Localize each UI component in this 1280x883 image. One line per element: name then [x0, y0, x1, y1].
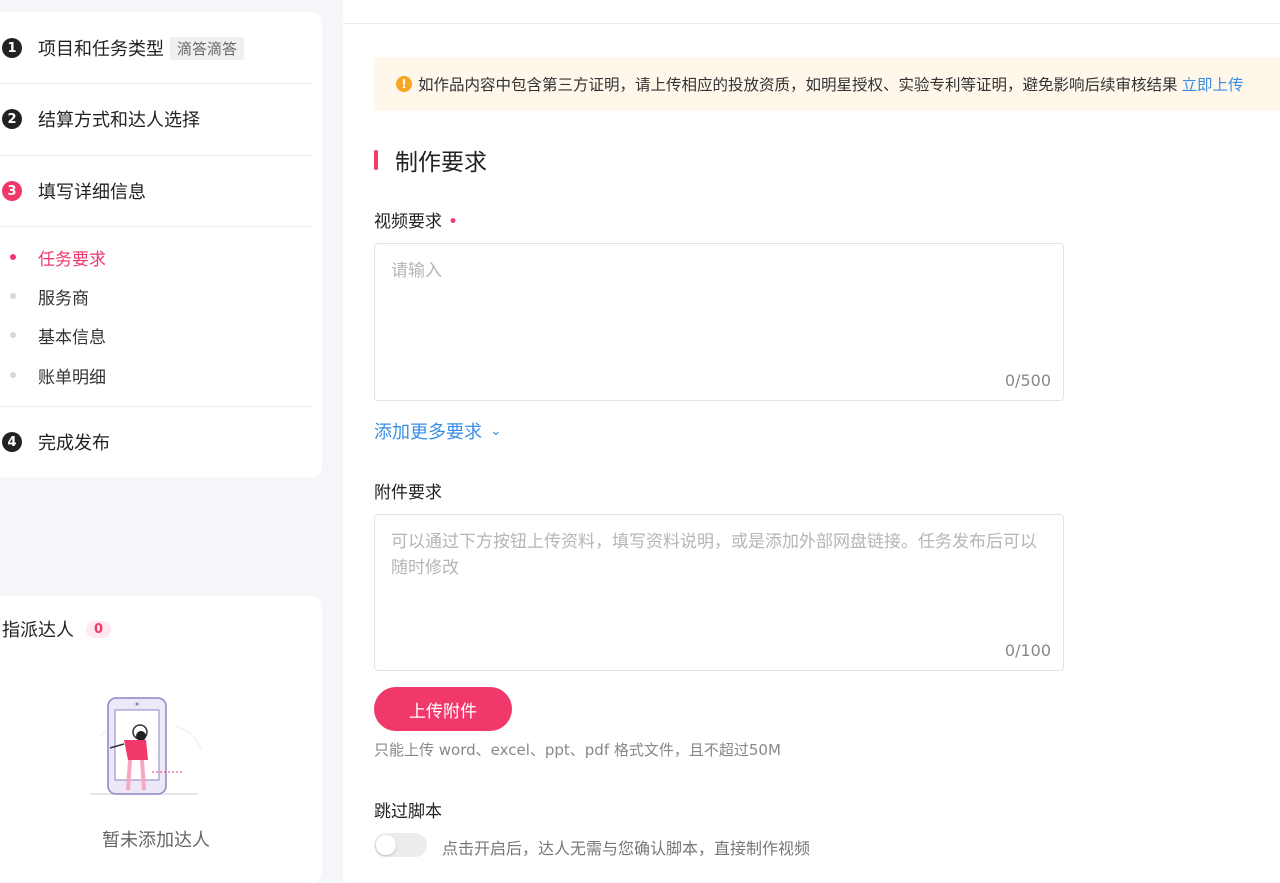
sub-item-basic-info[interactable]: 基本信息 — [0, 322, 106, 348]
step-number-3: 3 — [2, 181, 22, 201]
count-badge: 0 — [86, 620, 112, 638]
step-label: 填写详细信息 — [38, 182, 146, 203]
attachment-requirement-counter: 0/100 — [1004, 641, 1051, 660]
sub-item-label: 基本信息 — [38, 327, 106, 348]
divider — [0, 226, 312, 227]
assign-title-text: 指派达人 — [2, 620, 74, 641]
bullet-dot — [10, 372, 16, 378]
empty-text: 暂未添加达人 — [102, 830, 210, 851]
bullet-dot — [10, 254, 16, 260]
sub-item-bill-details[interactable]: 账单明细 — [0, 362, 106, 388]
sub-item-label: 服务商 — [38, 288, 89, 309]
step-settlement[interactable]: 2 结算方式和达人选择 — [0, 84, 312, 154]
video-requirement-label-text: 视频要求 — [374, 212, 442, 232]
upload-hint: 只能上传 word、excel、ppt、pdf 格式文件，且不超过50M — [374, 741, 781, 759]
chevron-down-icon: ⌄ — [490, 423, 502, 439]
step-number-2: 2 — [2, 109, 22, 129]
add-more-requirements-text: 添加更多要求 — [374, 422, 482, 443]
upload-now-link[interactable]: 立即上传 — [1182, 73, 1244, 95]
top-divider — [343, 23, 1280, 24]
notice-text: 如作品内容中包含第三方证明，请上传相应的投放资质，如明星授权、实验专利等证明，避… — [418, 76, 1178, 94]
attachment-requirement-placeholder: 可以通过下方按钮上传资料，填写资料说明，或是添加外部网盘链接。任务发布后可以随时… — [391, 532, 1037, 578]
step-publish[interactable]: 4 完成发布 — [0, 407, 312, 477]
sub-item-service-provider[interactable]: 服务商 — [0, 283, 89, 309]
toggle-knob — [376, 835, 396, 855]
video-requirement-label: 视频要求 • — [374, 207, 458, 232]
required-mark: • — [448, 212, 459, 232]
step-label: 结算方式和达人选择 — [38, 110, 200, 131]
section-title-text: 制作要求 — [395, 150, 487, 176]
assign-talent-card: 指派达人 0 暂未添加达人 — [0, 596, 322, 883]
step-details[interactable]: 3 填写详细信息 — [0, 156, 312, 226]
section-title: 制作要求 — [374, 143, 487, 177]
sub-item-label: 任务要求 — [38, 249, 106, 270]
step-label: 项目和任务类型 — [38, 39, 164, 60]
step-number-4: 4 — [2, 432, 22, 452]
section-accent-bar — [374, 150, 378, 170]
skip-script-description: 点击开启后，达人无需与您确认脚本，直接制作视频 — [442, 839, 811, 858]
attachment-requirement-label: 附件要求 — [374, 483, 442, 503]
main-panel: ! 如作品内容中包含第三方证明，请上传相应的投放资质，如明星授权、实验专利等证明… — [343, 0, 1280, 883]
assign-title: 指派达人 0 — [2, 616, 112, 642]
video-requirement-placeholder: 请输入 — [391, 261, 442, 281]
step-tag: 滴答滴答 — [170, 36, 245, 60]
step-number-1: 1 — [2, 38, 22, 58]
bullet-dot — [10, 332, 16, 338]
sub-item-task-requirements[interactable]: 任务要求 — [0, 244, 106, 270]
add-more-requirements-link[interactable]: 添加更多要求 ⌄ — [374, 418, 502, 444]
steps-card: 1 项目和任务类型 滴答滴答 2 结算方式和达人选择 3 填写详细信息 任务要求… — [0, 12, 322, 477]
skip-script-toggle[interactable] — [374, 833, 427, 857]
sub-item-label: 账单明细 — [38, 367, 106, 388]
attachment-requirement-input[interactable]: 可以通过下方按钮上传资料，填写资料说明，或是添加外部网盘链接。任务发布后可以随时… — [374, 514, 1064, 671]
upload-attachment-button[interactable]: 上传附件 — [374, 687, 512, 731]
empty-illustration-icon — [90, 697, 203, 795]
notice-banner: ! 如作品内容中包含第三方证明，请上传相应的投放资质，如明星授权、实验专利等证明… — [374, 57, 1280, 111]
bullet-dot — [10, 293, 16, 299]
video-requirement-input[interactable]: 请输入 0/500 — [374, 243, 1064, 401]
step-label: 完成发布 — [38, 433, 110, 454]
warning-icon: ! — [396, 76, 412, 92]
skip-script-label: 跳过脚本 — [374, 802, 442, 822]
video-requirement-counter: 0/500 — [1004, 371, 1051, 390]
step-project-type[interactable]: 1 项目和任务类型 滴答滴答 — [0, 13, 312, 83]
